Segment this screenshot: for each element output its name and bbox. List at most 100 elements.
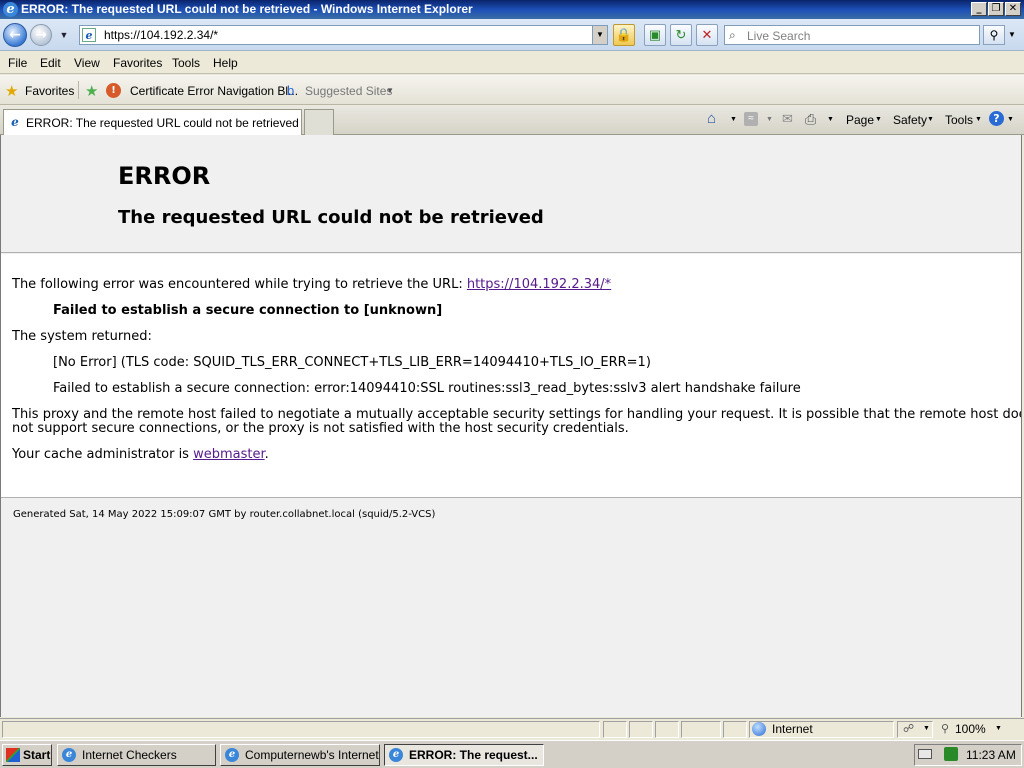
menu-edit[interactable]: Edit: [40, 56, 61, 70]
page-icon: e: [82, 28, 96, 42]
webmaster-link[interactable]: webmaster: [193, 447, 265, 462]
divider: [78, 81, 79, 99]
start-label: Start: [23, 748, 51, 762]
menu-file[interactable]: File: [8, 56, 27, 70]
requested-url-link[interactable]: https://104.192.2.34/*: [467, 277, 611, 292]
bing-icon: b: [287, 83, 295, 98]
explanation-line-2: not support secure connections, or the p…: [12, 421, 629, 436]
recent-pages-dropdown-icon[interactable]: ▼: [58, 30, 70, 40]
lock-icon[interactable]: 🔒: [613, 24, 635, 46]
chevron-down-icon[interactable]: ▼: [1007, 116, 1014, 123]
admin-prefix: Your cache administrator is: [12, 447, 194, 462]
page-icon: e: [11, 115, 19, 129]
start-button[interactable]: Start: [2, 744, 52, 766]
chevron-down-icon[interactable]: ▼: [730, 116, 737, 123]
address-dropdown-icon[interactable]: ▼: [592, 26, 607, 44]
favorites-bar: ★ Favorites ★ ! Certificate Error Naviga…: [0, 75, 1024, 105]
chevron-down-icon[interactable]: ▼: [923, 725, 930, 732]
page-title: ERROR: [118, 162, 211, 190]
page-menu[interactable]: Page: [846, 113, 874, 127]
menu-help[interactable]: Help: [213, 56, 238, 70]
address-bar[interactable]: e https://104.192.2.34/* ▼: [79, 25, 608, 45]
menu-tools[interactable]: Tools: [172, 56, 200, 70]
favorites-button[interactable]: Favorites: [25, 84, 74, 98]
back-button[interactable]: ←: [3, 23, 27, 47]
safety-menu[interactable]: Safety: [893, 113, 927, 127]
security-zone[interactable]: Internet: [772, 722, 813, 736]
ssl-error: Failed to establish a secure connection:…: [53, 381, 801, 396]
taskbar-item-computernewb[interactable]: e Computernewb's Internet ...: [220, 744, 380, 766]
certificate-error-icon: !: [106, 83, 121, 98]
chevron-down-icon[interactable]: ▼: [827, 116, 834, 123]
chevron-down-icon[interactable]: ▼: [386, 86, 394, 95]
network-icon[interactable]: [944, 747, 958, 761]
clock[interactable]: 11:23 AM: [966, 748, 1016, 762]
add-to-favorites-icon[interactable]: ★: [85, 82, 98, 100]
home-icon[interactable]: ⌂: [707, 110, 716, 127]
menu-favorites[interactable]: Favorites: [113, 56, 162, 70]
status-pane: [603, 721, 627, 738]
page-content: ERROR The requested URL could not be ret…: [0, 135, 1022, 717]
chevron-down-icon[interactable]: ▼: [875, 116, 882, 123]
admin-suffix: .: [264, 447, 269, 462]
favorites-star-icon: ★: [5, 83, 19, 100]
status-pane: [655, 721, 679, 738]
refresh-icon[interactable]: ↻: [670, 24, 692, 46]
zoom-level[interactable]: 100%: [955, 722, 986, 736]
security-zone-pane[interactable]: [749, 721, 894, 738]
keyboard-icon[interactable]: [918, 749, 932, 759]
menu-view[interactable]: View: [74, 56, 100, 70]
chevron-down-icon[interactable]: ▼: [927, 116, 934, 123]
page-subtitle: The requested URL could not be retrieved: [118, 207, 544, 228]
feeds-icon[interactable]: ≈: [744, 112, 758, 126]
maximize-button[interactable]: ❐: [988, 2, 1004, 16]
minimize-button[interactable]: _: [971, 2, 987, 16]
address-toolbar: ← → ▼ e https://104.192.2.34/* ▼ 🔒 ▣ ↻ ✕…: [0, 19, 1024, 51]
error-message: Failed to establish a secure connection …: [53, 303, 443, 318]
address-input[interactable]: https://104.192.2.34/*: [104, 28, 218, 42]
search-field[interactable]: ⌕ Live Search: [724, 25, 980, 45]
close-button[interactable]: ✕: [1005, 2, 1021, 16]
explanation-line-1: This proxy and the remote host failed to…: [12, 407, 1022, 422]
search-button[interactable]: ⚲: [983, 25, 1005, 45]
forward-button[interactable]: →: [30, 24, 52, 46]
help-icon[interactable]: ?: [989, 111, 1004, 126]
mail-icon[interactable]: ✉: [782, 111, 793, 127]
stop-icon[interactable]: ✕: [696, 24, 718, 46]
menu-bar: File Edit View Favorites Tools Help: [0, 52, 1024, 74]
tls-code: [No Error] (TLS code: SQUID_TLS_ERR_CONN…: [53, 355, 651, 370]
ie-logo-icon: e: [62, 748, 76, 762]
taskbar: Start e Internet Checkers e Computernewb…: [0, 740, 1024, 768]
task-label: Internet Checkers: [82, 748, 177, 762]
title-bar: e ERROR: The requested URL could not be …: [0, 0, 1024, 19]
system-returned-label: The system returned:: [12, 329, 152, 344]
tab-label[interactable]: ERROR: The requested URL could not be re…: [26, 116, 299, 130]
chevron-down-icon[interactable]: ▼: [975, 116, 982, 123]
zoom-icon: ⚲: [941, 723, 950, 735]
tab-current[interactable]: e ERROR: The requested URL could not be …: [3, 109, 302, 135]
favorite-item-suggested-sites[interactable]: Suggested Sites: [305, 84, 392, 98]
status-pane: [723, 721, 747, 738]
compatibility-view-icon[interactable]: ▣: [644, 24, 666, 46]
taskbar-item-error-page[interactable]: e ERROR: The request...: [384, 744, 544, 766]
tools-menu[interactable]: Tools: [945, 113, 973, 127]
new-tab-button[interactable]: [304, 109, 334, 135]
page-footer: Generated Sat, 14 May 2022 15:09:07 GMT …: [13, 509, 436, 520]
print-icon[interactable]: ⎙: [805, 111, 816, 128]
window-title: ERROR: The requested URL could not be re…: [21, 2, 473, 16]
search-placeholder[interactable]: Live Search: [747, 29, 810, 43]
taskbar-item-internet-checkers[interactable]: e Internet Checkers: [57, 744, 216, 766]
chevron-down-icon[interactable]: ▼: [995, 725, 1002, 732]
ie-logo-icon: e: [225, 748, 239, 762]
favorite-item-certificate-error[interactable]: Certificate Error Navigation Bl...: [130, 84, 298, 98]
chevron-down-icon[interactable]: ▼: [766, 116, 773, 123]
intro-text: The following error was encountered whil…: [12, 277, 467, 292]
status-bar: Internet ☍ ▼ ⚲ 100% ▼: [0, 718, 1024, 740]
ie-logo-icon: e: [389, 748, 403, 762]
status-text-pane: [2, 721, 600, 738]
admin-line: Your cache administrator is webmaster.: [12, 447, 269, 462]
search-options-dropdown-icon[interactable]: ▼: [1006, 27, 1018, 43]
error-header: ERROR The requested URL could not be ret…: [1, 135, 1021, 253]
footer-divider: [1, 497, 1021, 498]
status-pane: [629, 721, 653, 738]
